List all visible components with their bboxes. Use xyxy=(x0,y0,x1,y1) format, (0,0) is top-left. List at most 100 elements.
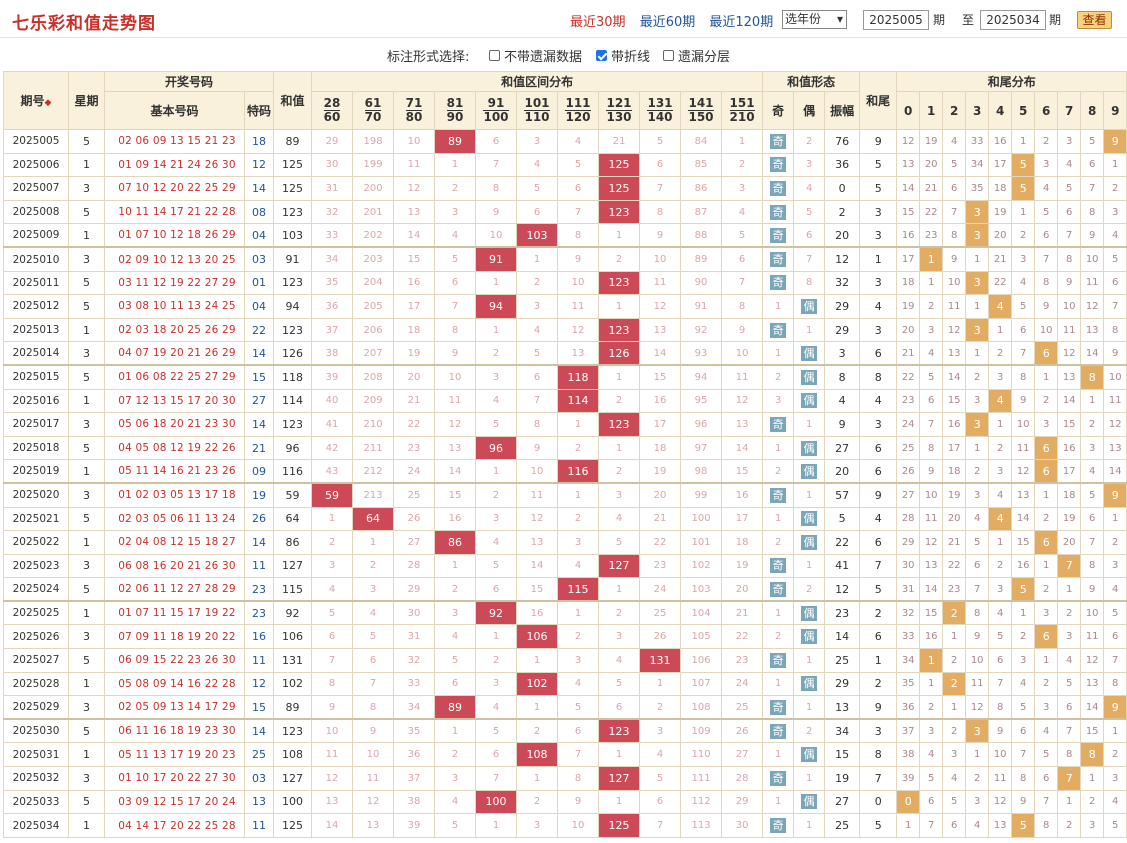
odd-miss-cell: 3 xyxy=(762,388,795,414)
issue-cell: 2025022 xyxy=(3,530,69,555)
checkbox-checked-icon[interactable] xyxy=(596,50,607,61)
tail-miss-cell: 6 xyxy=(919,388,944,414)
tail-miss-cell: 17 xyxy=(1057,459,1082,484)
option-layered[interactable]: 遗漏分层 xyxy=(663,46,730,65)
tail-cell: 1 xyxy=(859,246,898,272)
table-row: 2025015 5 01 06 08 22 25 27 29 15 118 39 208 20… xyxy=(3,364,1127,390)
week-cell: 1 xyxy=(68,600,105,626)
basic-numbers-cell: 05 11 13 17 19 20 23 xyxy=(104,742,245,768)
checkbox-icon[interactable] xyxy=(489,50,500,61)
week-cell: 3 xyxy=(68,412,105,437)
range-miss-cell: 16 xyxy=(393,270,436,296)
tail-miss-cell: 12 xyxy=(988,789,1013,815)
amplitude-cell: 0 xyxy=(824,176,861,201)
range-miss-cell: 11 xyxy=(352,766,395,791)
table-row: 2025006 1 01 09 14 21 24 26 30 12 125 30 199 11… xyxy=(3,152,1127,178)
basic-numbers-cell: 03 08 10 11 13 24 25 xyxy=(104,294,245,319)
tail-miss-cell: 1 xyxy=(1011,199,1036,225)
to-issue-input[interactable]: 2025034 xyxy=(980,10,1046,30)
range-miss-cell: 9 xyxy=(639,223,682,248)
tail-miss-cell: 3 xyxy=(1103,766,1127,791)
tail-miss-cell: 8 xyxy=(1103,317,1127,343)
range-hit-cell: 94 xyxy=(475,294,518,319)
range-miss-cell: 8 xyxy=(557,223,600,248)
header-range-5: 101 110 xyxy=(516,91,559,130)
tail-miss-cell: 10 xyxy=(1034,317,1059,343)
sum-cell: 102 xyxy=(273,671,313,697)
sort-icon[interactable]: ◆ xyxy=(45,98,52,108)
period-120-link[interactable]: 最近120期 xyxy=(709,15,773,30)
basic-numbers-cell: 01 07 10 12 18 26 29 xyxy=(104,223,245,248)
range-miss-cell: 14 xyxy=(393,223,436,248)
tail-miss-cell: 27 xyxy=(896,482,921,508)
tail-hit-cell: 6 xyxy=(1034,624,1059,650)
range-miss-cell: 34 xyxy=(393,695,436,720)
odd-miss-cell: 1 xyxy=(762,742,795,768)
tail-miss-cell: 14 xyxy=(919,577,944,602)
week-cell: 1 xyxy=(68,388,105,414)
even-badge: 偶 xyxy=(801,369,818,385)
table-row: 2025031 1 05 11 13 17 19 20 23 25 108 11 10 36 2… xyxy=(3,742,1127,768)
range-miss-cell: 29 xyxy=(311,129,354,154)
checkbox-icon[interactable] xyxy=(663,50,674,61)
range-miss-cell: 9 xyxy=(311,695,354,720)
range-miss-cell: 7 xyxy=(352,671,395,697)
tail-hit-cell: 3 xyxy=(965,199,990,225)
period-30-link[interactable]: 最近30期 xyxy=(570,15,626,30)
query-button[interactable]: 查看 xyxy=(1077,11,1112,29)
table-row: 2025023 3 06 08 16 20 21 26 30 11 127 3 2 28 1 5 1… xyxy=(3,553,1127,579)
from-issue-input[interactable]: 2025005 xyxy=(863,10,929,30)
range-miss-cell: 14 xyxy=(311,813,354,838)
header-tail-digit-9: 9 xyxy=(1103,91,1127,130)
even-miss-cell: 1 xyxy=(793,813,826,838)
header-issue[interactable]: 期号◆ xyxy=(3,71,69,130)
period-60-link[interactable]: 最近60期 xyxy=(640,15,696,30)
tail-miss-cell: 10 xyxy=(965,648,990,673)
tail-miss-cell: 2 xyxy=(1103,742,1127,768)
range-miss-cell: 10 xyxy=(516,459,559,484)
week-cell: 1 xyxy=(68,813,105,838)
tail-miss-cell: 4 xyxy=(942,129,967,154)
range-miss-cell: 11 xyxy=(516,482,559,508)
amplitude-cell: 9 xyxy=(824,412,861,437)
tail-miss-cell: 5 xyxy=(1011,294,1036,319)
range-miss-cell: 8 xyxy=(516,412,559,437)
odd-miss-cell: 2 xyxy=(762,624,795,650)
table-row: 2025025 1 01 07 11 15 17 19 22 23 92 5 4 30 3 92 1… xyxy=(3,600,1127,626)
range-miss-cell: 6 xyxy=(475,577,518,602)
tail-miss-cell: 2 xyxy=(942,648,967,673)
tail-miss-cell: 14 xyxy=(1103,459,1127,484)
tail-cell: 4 xyxy=(859,388,898,414)
week-cell: 5 xyxy=(68,718,105,744)
year-select[interactable]: 选年份 xyxy=(782,10,847,29)
range-miss-cell: 3 xyxy=(352,577,395,602)
tail-miss-cell: 12 xyxy=(965,695,990,720)
special-number-cell: 23 xyxy=(243,577,275,602)
tail-miss-cell: 14 xyxy=(1011,506,1036,532)
range-miss-cell: 13 xyxy=(352,813,395,838)
range-miss-cell: 5 xyxy=(434,813,477,838)
tail-miss-cell: 29 xyxy=(896,530,921,555)
range-miss-cell: 10 xyxy=(311,718,354,744)
table-row: 2025013 1 02 03 18 20 25 26 29 22 123 37 206 18… xyxy=(3,317,1127,343)
week-cell: 3 xyxy=(68,695,105,720)
tail-miss-cell: 14 xyxy=(1080,695,1105,720)
header-tail-digit-4: 4 xyxy=(988,91,1013,130)
range-miss-cell: 16 xyxy=(721,482,764,508)
range-miss-cell: 12 xyxy=(393,176,436,201)
header-odd: 奇 xyxy=(762,91,795,130)
week-cell: 5 xyxy=(68,506,105,532)
header-range-3: 81 90 xyxy=(434,91,477,130)
tail-miss-cell: 7 xyxy=(965,577,990,602)
range-miss-cell: 1 xyxy=(557,600,600,626)
range-miss-cell: 205 xyxy=(352,294,395,319)
range-miss-cell: 21 xyxy=(721,600,764,626)
option-line[interactable]: 带折线 xyxy=(596,46,650,65)
range-miss-cell: 43 xyxy=(311,459,354,484)
tail-miss-cell: 6 xyxy=(942,176,967,201)
option-line-label: 带折线 xyxy=(611,50,651,65)
option-no-miss[interactable]: 不带遗漏数据 xyxy=(489,46,582,65)
tail-miss-cell: 31 xyxy=(896,577,921,602)
range-miss-cell: 12 xyxy=(434,412,477,437)
tail-miss-cell: 34 xyxy=(896,648,921,673)
